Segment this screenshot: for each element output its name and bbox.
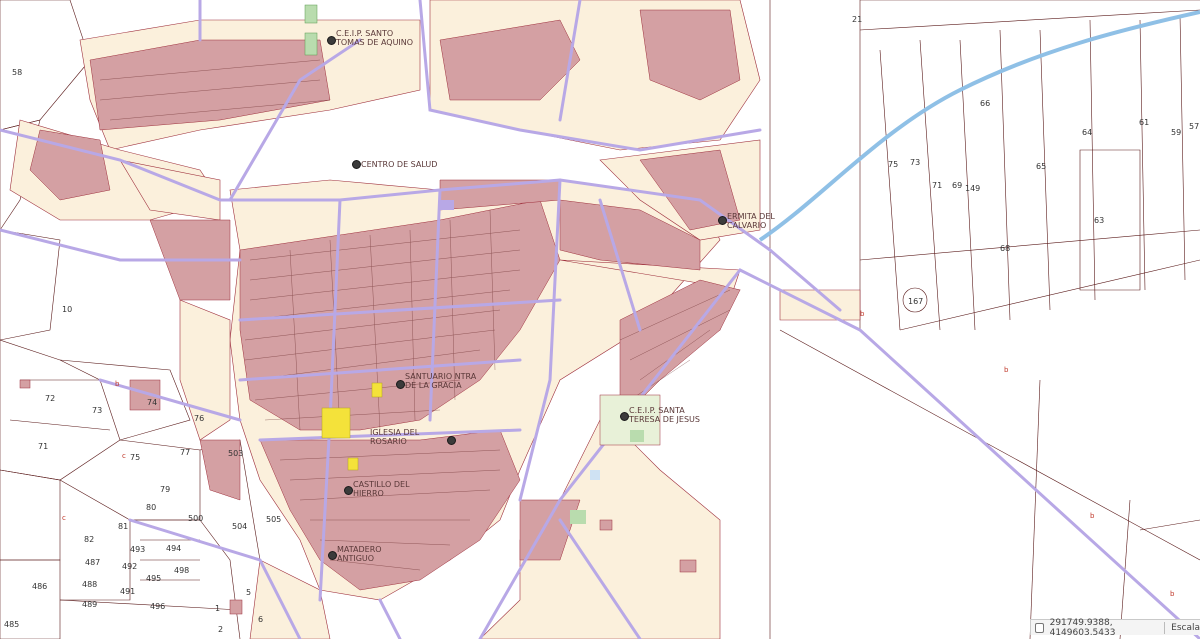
parcel-number[interactable]: 21 — [852, 15, 862, 24]
parcel-number[interactable]: 63 — [1094, 216, 1104, 225]
poi-label-ermita-calvario[interactable]: ERMITA DEL CALVARIO — [727, 212, 775, 230]
parcel-number[interactable]: 74 — [147, 398, 157, 407]
parcel-number[interactable]: 498 — [174, 566, 189, 575]
parcel-number[interactable]: 1 — [215, 604, 220, 613]
poi-dot-icon[interactable] — [352, 160, 361, 169]
cadastral-map[interactable]: C.E.I.P. SANTO TOMAS DE AQUINO CENTRO DE … — [0, 0, 1200, 639]
parcel-number[interactable]: 10 — [62, 305, 72, 314]
coordinate-status-bar: 291749.9388, 4149603.5433 Escala — [1030, 617, 1200, 638]
poi-line: ERMITA DEL — [727, 212, 775, 221]
poi-label-santuario[interactable]: SANTUARIO NTRA DE LA GRACIA — [405, 372, 476, 390]
parcel-number[interactable]: 79 — [160, 485, 170, 494]
poi-line: CALVARIO — [727, 221, 767, 230]
lot-letter[interactable]: b — [115, 380, 119, 388]
parcel-number[interactable]: 149 — [965, 184, 980, 193]
parcel-number[interactable]: 492 — [122, 562, 137, 571]
poi-dot-icon[interactable] — [396, 380, 405, 389]
parcel-number[interactable]: 6 — [258, 615, 263, 624]
poi-label-ceip-santo-tomas[interactable]: C.E.I.P. SANTO TOMAS DE AQUINO — [336, 29, 413, 47]
poi-line: DE LA GRACIA — [405, 381, 462, 390]
parcel-number[interactable]: 75 — [130, 453, 140, 462]
parcel-number[interactable]: 494 — [166, 544, 181, 553]
parcel-number[interactable]: 68 — [1000, 244, 1010, 253]
location-pin-icon[interactable] — [1035, 622, 1044, 633]
lot-letter[interactable]: b — [1090, 512, 1094, 520]
parcel-number[interactable]: 485 — [4, 620, 19, 629]
poi-dot-icon[interactable] — [327, 36, 336, 45]
canal — [758, 10, 1200, 242]
poi-label-iglesia-rosario[interactable]: IGLESIA DEL ROSARIO — [370, 428, 419, 446]
parcel-number[interactable]: 65 — [1036, 162, 1046, 171]
poi-label-castillo-hierro[interactable]: CASTILLO DEL HIERRO — [353, 480, 410, 498]
poi-line: IGLESIA DEL — [370, 428, 420, 437]
parcel-number[interactable]: 58 — [12, 68, 22, 77]
lot-letter[interactable]: c — [62, 514, 66, 522]
poi-label-centro-salud[interactable]: CENTRO DE SALUD — [361, 160, 437, 169]
parcel-number[interactable]: 76 — [194, 414, 204, 423]
parcel-number[interactable]: 496 — [150, 602, 165, 611]
parcel-number[interactable]: 2 — [218, 625, 223, 634]
parcel-number[interactable]: 73 — [92, 406, 102, 415]
poi-line: TOMAS DE AQUINO — [336, 38, 414, 47]
parcel-number[interactable]: 488 — [82, 580, 97, 589]
poi-dot-icon[interactable] — [328, 551, 337, 560]
lot-letter[interactable]: b — [1004, 366, 1008, 374]
poi-dot-icon[interactable] — [447, 436, 456, 445]
parcel-number[interactable]: 59 — [1171, 128, 1181, 137]
coordinate-readout: 291749.9388, 4149603.5433 — [1049, 617, 1116, 638]
poi-line: TERESA DE JESUS — [629, 415, 700, 424]
parcel-number[interactable]: 503 — [228, 449, 243, 458]
parcel-number[interactable]: 64 — [1082, 128, 1092, 137]
parcel-number[interactable]: 504 — [232, 522, 247, 531]
parcel-number[interactable]: 57 — [1189, 122, 1199, 131]
parcel-number[interactable]: 73 — [910, 158, 920, 167]
parcel-number[interactable]: 489 — [82, 600, 97, 609]
lot-letter[interactable]: b — [1170, 590, 1174, 598]
parcel-number[interactable]: 71 — [38, 442, 48, 451]
lot-letter[interactable]: b — [860, 310, 864, 318]
parcel-number[interactable]: 500 — [188, 514, 203, 523]
poi-line: SANTUARIO NTRA — [405, 372, 477, 381]
parcel-number[interactable]: 80 — [146, 503, 156, 512]
parcel-number[interactable]: 487 — [85, 558, 100, 567]
poi-line: C.E.I.P. SANTO — [336, 29, 394, 38]
parcel-number[interactable]: 81 — [118, 522, 128, 531]
poi-line: C.E.I.P. SANTA — [629, 406, 685, 415]
poi-line: CENTRO DE SALUD — [361, 160, 438, 169]
status-divider — [1164, 621, 1166, 634]
poi-dot-icon[interactable] — [718, 216, 727, 225]
poi-dot-icon[interactable] — [620, 412, 629, 421]
parcel-number[interactable]: 493 — [130, 545, 145, 554]
parcel-number[interactable]: 71 — [932, 181, 942, 190]
parcel-number[interactable]: 75 — [888, 160, 898, 169]
scale-label[interactable]: Escala — [1171, 623, 1200, 633]
parcel-number[interactable]: 82 — [84, 535, 94, 544]
parcel-number[interactable]: 77 — [180, 448, 190, 457]
parcel-number[interactable]: 69 — [952, 181, 962, 190]
parcel-number[interactable]: 495 — [146, 574, 161, 583]
parcel-number[interactable]: 505 — [266, 515, 281, 524]
parcel-number[interactable]: 5 — [246, 588, 251, 597]
poi-label-ceip-santa-teresa[interactable]: C.E.I.P. SANTA TERESA DE JESUS — [629, 406, 700, 424]
parcel-number[interactable]: 66 — [980, 99, 990, 108]
parcel-number[interactable]: 167 — [908, 297, 923, 306]
parcel-number[interactable]: 491 — [120, 587, 135, 596]
poi-dot-icon[interactable] — [344, 486, 353, 495]
parcel-number[interactable]: 486 — [32, 582, 47, 591]
poi-label-matadero[interactable]: MATADERO ANTIGUO — [337, 545, 382, 563]
poi-line: CASTILLO DEL — [353, 480, 410, 489]
poi-line: ANTIGUO — [337, 554, 375, 563]
parcel-number[interactable]: 61 — [1139, 118, 1149, 127]
parcel-number[interactable]: 72 — [45, 394, 55, 403]
poi-line: HIERRO — [353, 489, 384, 498]
poi-line: MATADERO — [337, 545, 382, 554]
lot-letter[interactable]: c — [122, 452, 126, 460]
poi-line: ROSARIO — [370, 437, 407, 446]
